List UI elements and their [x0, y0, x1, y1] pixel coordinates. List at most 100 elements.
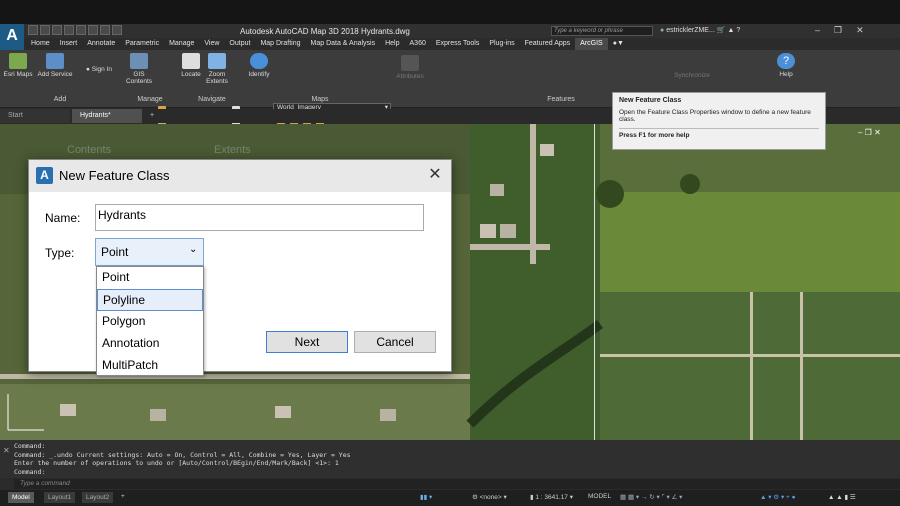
- panel-label-manage: Manage: [137, 96, 163, 103]
- new-feature-class-dialog: New Feature Class A ✕ Name: Hydrants Typ…: [28, 159, 452, 376]
- gis-contents-label-2: Contents: [125, 78, 153, 85]
- ribbon-tooltip: New Feature Class Open the Feature Class…: [612, 92, 826, 150]
- new-icon[interactable]: [28, 25, 38, 35]
- tab-start[interactable]: Start: [0, 109, 70, 123]
- attributes-label: Attributes: [396, 73, 424, 80]
- locate-icon: [182, 53, 200, 69]
- window-controls: – ❐ ✕: [815, 25, 864, 36]
- tab-featured-apps[interactable]: Featured Apps: [520, 38, 576, 50]
- top-band: [0, 0, 900, 24]
- help-search-input[interactable]: Type a keyword or phrase: [551, 26, 653, 36]
- ribbon-options-icon[interactable]: ●▼: [608, 38, 629, 50]
- zoom-extents-button[interactable]: Zoom Extents: [204, 53, 230, 85]
- viewport-controls[interactable]: – ❐ ✕: [858, 128, 881, 137]
- zoom-extents-label-1: Zoom: [208, 71, 226, 78]
- tab-express-tools[interactable]: Express Tools: [431, 38, 484, 50]
- option-point[interactable]: Point: [97, 267, 203, 289]
- option-annotation[interactable]: Annotation: [97, 333, 203, 355]
- coordinate-system[interactable]: ⚙ <none> ▾: [472, 493, 507, 501]
- ribbon-tabs: Home Insert Annotate Parametric Manage V…: [26, 38, 900, 50]
- panel-label-features: Features: [547, 96, 575, 103]
- identify-button[interactable]: Identify: [246, 53, 272, 78]
- add-service-icon: [46, 53, 64, 69]
- esri-maps-button[interactable]: Esri Maps: [3, 53, 33, 78]
- option-polygon[interactable]: Polygon: [97, 311, 203, 333]
- help-button[interactable]: ? Help: [776, 53, 796, 78]
- attributes-button[interactable]: Attributes: [396, 55, 424, 80]
- chevron-down-icon[interactable]: ⌄: [189, 244, 197, 255]
- tab-plug-ins[interactable]: Plug-ins: [484, 38, 519, 50]
- map-scale-value: 1 : 3641.17: [535, 494, 568, 501]
- name-input[interactable]: Hydrants: [95, 204, 424, 231]
- window-title: Autodesk AutoCAD Map 3D 2018 Hydrants.dw…: [240, 27, 410, 36]
- tab-arcgis[interactable]: ArcGIS: [575, 38, 608, 50]
- tab-map-drafting[interactable]: Map Drafting: [255, 38, 305, 50]
- tab-help[interactable]: Help: [380, 38, 404, 50]
- help-circle-icon[interactable]: ?: [736, 27, 740, 34]
- type-select[interactable]: Point: [95, 238, 204, 266]
- minimize-icon[interactable]: –: [815, 25, 820, 36]
- tab-home[interactable]: Home: [26, 38, 55, 50]
- tab-annotate[interactable]: Annotate: [82, 38, 120, 50]
- sign-in-label: Sign In: [91, 66, 112, 73]
- undo-icon[interactable]: [88, 25, 98, 35]
- space-indicator[interactable]: MODEL: [588, 493, 611, 500]
- cart-icon[interactable]: 🛒: [717, 27, 726, 34]
- save-icon[interactable]: [52, 25, 62, 35]
- workspace-dropdown-icon[interactable]: [112, 25, 122, 35]
- tab-parametric[interactable]: Parametric: [120, 38, 164, 50]
- exchange-icon[interactable]: ▲: [727, 27, 734, 34]
- redo-icon[interactable]: [100, 25, 110, 35]
- open-icon[interactable]: [40, 25, 50, 35]
- esri-maps-label: Esri Maps: [3, 71, 33, 78]
- add-service-label: Add Service: [37, 71, 73, 78]
- user-account[interactable]: ● estricklerZME... 🛒 ▲ ?: [660, 26, 740, 34]
- tooltip-body: Open the Feature Class Properties window…: [619, 109, 811, 123]
- tab-manage[interactable]: Manage: [164, 38, 199, 50]
- help-label: Help: [779, 71, 793, 78]
- close-window-icon[interactable]: ✕: [856, 25, 864, 36]
- name-label: Name:: [45, 211, 81, 225]
- new-tab-icon[interactable]: +: [144, 109, 160, 123]
- add-service-button[interactable]: Add Service: [36, 53, 74, 78]
- layout-tab-layout1[interactable]: Layout1: [44, 492, 76, 503]
- dialog-title: New Feature Class: [59, 168, 170, 183]
- tab-map-data-analysis[interactable]: Map Data & Analysis: [306, 38, 381, 50]
- coord-sys-value: <none>: [479, 494, 502, 501]
- synchronize-label: Synchronize: [674, 72, 710, 79]
- quick-access-toolbar: [28, 25, 122, 37]
- locate-button[interactable]: Locate: [178, 53, 204, 78]
- drafting-aids-icon[interactable]: ▦ ▦ ▾ → ↻ ▾ ⌜ ▾ ∠ ▾: [620, 493, 682, 501]
- attributes-icon: [401, 55, 419, 71]
- application-menu-button[interactable]: A: [0, 24, 24, 50]
- add-layout-icon[interactable]: +: [121, 493, 125, 500]
- sign-in-button[interactable]: ● Sign In: [78, 66, 120, 73]
- tab-insert[interactable]: Insert: [55, 38, 83, 50]
- save-as-icon[interactable]: [64, 25, 74, 35]
- option-multipatch[interactable]: MultiPatch: [97, 355, 203, 377]
- tab-view[interactable]: View: [199, 38, 224, 50]
- print-icon[interactable]: [76, 25, 86, 35]
- gis-contents-button[interactable]: GIS Contents: [124, 53, 154, 85]
- tab-output[interactable]: Output: [224, 38, 255, 50]
- cancel-button[interactable]: Cancel: [354, 331, 436, 353]
- annotation-scale-icon[interactable]: ▲ ▾ ⚙ ▾ + ●: [760, 493, 796, 501]
- tooltip-title: New Feature Class: [619, 97, 682, 104]
- map-scale[interactable]: ▮ 1 : 3641.17 ▾: [530, 493, 573, 501]
- panel-label-navigate: Navigate: [198, 96, 226, 103]
- status-tools-icon[interactable]: ▮▮ ▾: [420, 493, 432, 501]
- close-icon[interactable]: ✕: [425, 164, 445, 184]
- layout-tab-model[interactable]: Model: [8, 492, 34, 503]
- restore-icon[interactable]: ❐: [834, 25, 842, 36]
- command-input[interactable]: Type a command: [14, 479, 900, 489]
- layout-tab-layout2[interactable]: Layout2: [82, 492, 114, 503]
- option-polyline[interactable]: Polyline: [97, 289, 203, 311]
- tab-hydrants[interactable]: Hydrants*: [72, 109, 142, 123]
- type-label: Type:: [45, 246, 75, 260]
- synchronize-button[interactable]: Synchronize: [672, 72, 712, 79]
- locate-label: Locate: [181, 71, 201, 78]
- next-button[interactable]: Next: [266, 331, 348, 353]
- close-command-icon[interactable]: ✕: [3, 446, 10, 455]
- status-right-icons[interactable]: ▲ ▲ ▮ ☰: [828, 493, 856, 501]
- tab-a360[interactable]: A360: [405, 38, 431, 50]
